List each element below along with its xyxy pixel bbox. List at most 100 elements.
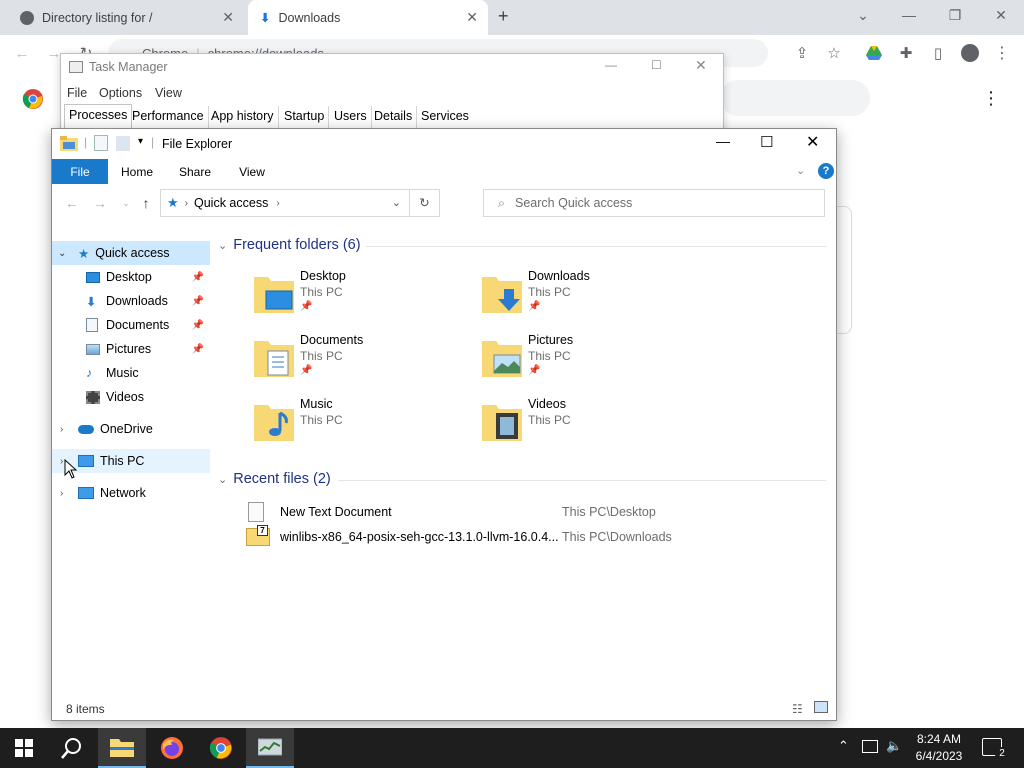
nav-downloads[interactable]: ⬇ Downloads 📌: [52, 289, 210, 313]
taskbar-firefox[interactable]: [148, 728, 196, 768]
tm-close-button[interactable]: ✕: [695, 57, 707, 74]
documents-icon: [86, 318, 98, 332]
help-icon[interactable]: ?: [818, 163, 834, 179]
taskbar: ⌃ 🔈 8:24 AM 6/4/2023 2: [0, 728, 1024, 768]
tm-tab-services[interactable]: Services: [417, 106, 473, 128]
recent-files-header[interactable]: ⌄ Recent files (2): [218, 471, 331, 487]
tab-search-icon[interactable]: ⌄: [840, 0, 886, 30]
properties-icon[interactable]: [94, 135, 108, 151]
expand-chevron-icon[interactable]: ›: [60, 424, 74, 435]
tm-maximize-button[interactable]: ☐: [651, 58, 662, 72]
close-tab-icon[interactable]: ✕: [222, 9, 234, 26]
new-folder-icon[interactable]: [116, 136, 130, 151]
folder-tile-desktop[interactable]: Desktop This PC 📌: [254, 269, 474, 321]
tab-downloads[interactable]: ⬇ Downloads ✕: [248, 0, 488, 35]
refresh-icon[interactable]: ↻: [409, 190, 439, 216]
chrome-menu-icon[interactable]: ⋮: [988, 39, 1016, 67]
show-hidden-icons-chevron[interactable]: ⌃: [838, 738, 849, 754]
extensions-puzzle-icon[interactable]: ✚: [892, 39, 920, 67]
recent-file-name: New Text Document: [280, 505, 392, 519]
nav-desktop[interactable]: Desktop 📌: [52, 265, 210, 289]
ribbon-tab-view[interactable]: View: [224, 159, 280, 184]
folder-name: Documents: [300, 333, 364, 347]
quick-access-star-icon: ★: [78, 246, 90, 261]
taskbar-file-explorer[interactable]: [98, 728, 146, 768]
network-status-icon[interactable]: [862, 740, 878, 753]
windows-logo-icon: [15, 739, 33, 757]
tab-directory-listing[interactable]: Directory listing for / ✕: [8, 0, 244, 35]
bookmark-star-icon[interactable]: ☆: [820, 39, 848, 67]
expand-chevron-icon[interactable]: ›: [60, 488, 74, 499]
collapse-chevron-icon[interactable]: ⌄: [58, 248, 72, 259]
profile-avatar-icon[interactable]: [956, 39, 984, 67]
downloads-search-field[interactable]: [720, 80, 870, 116]
recent-file-row[interactable]: 7 winlibs-x86_64-posix-seh-gcc-13.1.0-ll…: [246, 525, 806, 550]
folder-tile-music[interactable]: Music This PC: [254, 397, 474, 449]
tm-menu-view[interactable]: View: [155, 86, 182, 100]
taskbar-task-manager[interactable]: [246, 728, 294, 768]
tm-tab-startup[interactable]: Startup: [280, 106, 330, 128]
explorer-minimize-button[interactable]: —: [716, 133, 730, 149]
tm-menu-file[interactable]: File: [67, 86, 87, 100]
minimize-button[interactable]: —: [886, 0, 932, 30]
nav-documents[interactable]: Documents 📌: [52, 313, 210, 337]
ribbon-expand-icon[interactable]: ⌄: [796, 164, 805, 177]
search-input[interactable]: ⌕ Search Quick access: [483, 189, 825, 217]
folder-tile-pictures[interactable]: Pictures This PC 📌: [482, 333, 702, 385]
explorer-close-button[interactable]: ✕: [806, 132, 819, 152]
taskbar-chrome[interactable]: [197, 728, 245, 768]
folder-tile-downloads[interactable]: Downloads This PC 📌: [482, 269, 702, 321]
tm-tab-processes[interactable]: Processes: [64, 104, 133, 130]
large-icons-view-icon[interactable]: [814, 701, 828, 713]
pin-icon: 📌: [528, 365, 541, 376]
share-icon[interactable]: ⇪: [788, 39, 816, 67]
nav-pictures[interactable]: Pictures 📌: [52, 337, 210, 361]
ribbon-tab-home[interactable]: Home: [108, 159, 166, 184]
folder-tile-videos[interactable]: Videos This PC: [482, 397, 702, 449]
breadcrumb-quick-access[interactable]: Quick access: [194, 196, 268, 210]
side-panel-icon[interactable]: ▯: [924, 39, 952, 67]
tm-tab-performance[interactable]: Performance: [128, 106, 209, 128]
action-center-icon[interactable]: 2: [982, 738, 1009, 761]
clock-date: 6/4/2023: [915, 749, 963, 763]
folder-tile-documents[interactable]: Documents This PC 📌: [254, 333, 474, 385]
ribbon-tab-file[interactable]: File: [52, 159, 108, 184]
tm-tab-users[interactable]: Users: [330, 106, 372, 128]
start-button[interactable]: [0, 728, 48, 768]
restore-button[interactable]: ❐: [932, 0, 978, 30]
network-icon: [78, 487, 94, 499]
tm-menu-options[interactable]: Options: [99, 86, 142, 100]
frequent-folders-header[interactable]: ⌄ Frequent folders (6): [218, 237, 361, 253]
recent-file-row[interactable]: New Text Document This PC\Desktop: [246, 501, 806, 525]
tab-strip: Directory listing for / ✕ ⬇ Downloads ✕ …: [0, 0, 1024, 35]
task-manager-icon: [258, 738, 282, 756]
nav-onedrive[interactable]: › OneDrive: [52, 417, 210, 441]
address-dropdown-icon[interactable]: ⌄: [392, 196, 401, 209]
tm-tab-app-history[interactable]: App history: [207, 106, 279, 128]
details-view-icon[interactable]: ☷: [792, 702, 803, 716]
ribbon-tab-share[interactable]: Share: [166, 159, 224, 184]
tm-minimize-button[interactable]: —: [605, 58, 617, 72]
close-tab-icon[interactable]: ✕: [466, 9, 478, 26]
address-bar[interactable]: ★ › Quick access › ⌄ ↻: [160, 189, 440, 217]
back-icon[interactable]: ←: [8, 39, 36, 67]
new-tab-button[interactable]: +: [498, 6, 509, 27]
tm-tab-details[interactable]: Details: [370, 106, 418, 128]
up-icon[interactable]: ↑: [134, 192, 158, 214]
forward-icon[interactable]: →: [88, 192, 112, 214]
search-button[interactable]: [48, 728, 96, 768]
volume-muted-icon[interactable]: 🔈: [886, 738, 902, 754]
section-title: Recent files (2): [233, 471, 331, 487]
downloads-menu-icon[interactable]: ⋮: [982, 88, 1000, 109]
quick-access-toolbar-dropdown-icon[interactable]: ▾: [138, 136, 143, 147]
nav-videos[interactable]: Videos: [52, 385, 210, 409]
pin-icon: 📌: [191, 295, 204, 307]
close-window-button[interactable]: ✕: [978, 0, 1024, 30]
nav-network[interactable]: › Network: [52, 481, 210, 505]
system-clock[interactable]: 8:24 AM 6/4/2023: [904, 731, 974, 765]
explorer-maximize-button[interactable]: ☐: [760, 133, 773, 151]
drive-extension-icon[interactable]: [860, 39, 888, 67]
back-icon[interactable]: ←: [60, 192, 84, 214]
nav-music[interactable]: ♪ Music: [52, 361, 210, 385]
nav-quick-access[interactable]: ⌄ ★ Quick access: [52, 241, 210, 265]
